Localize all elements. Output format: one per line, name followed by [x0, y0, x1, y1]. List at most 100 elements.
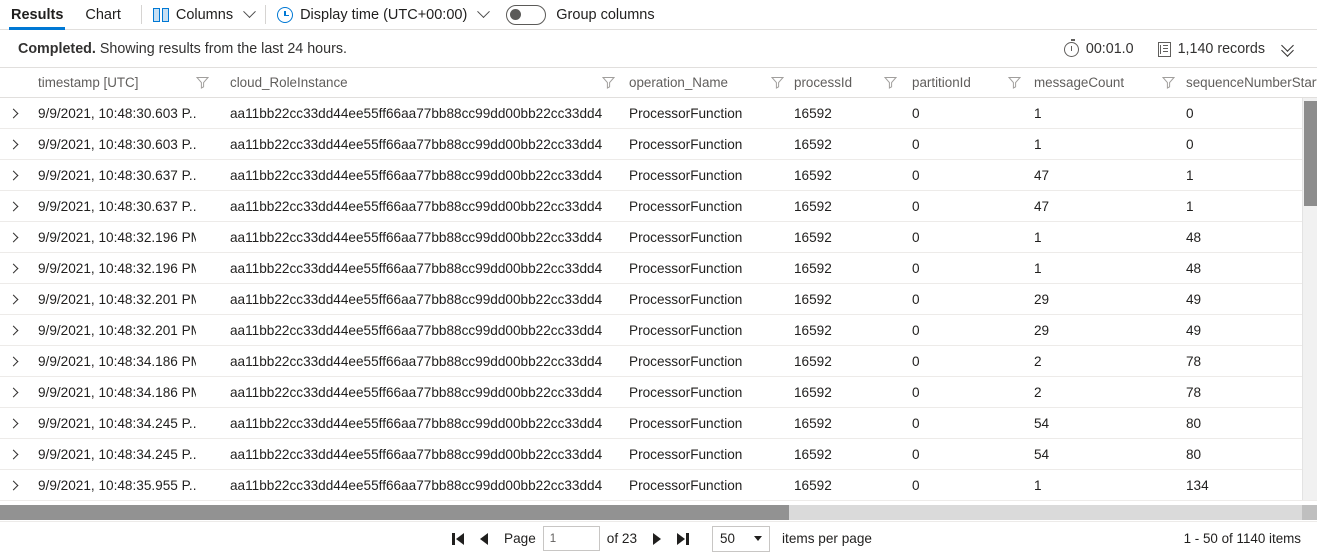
display-time-button[interactable]: Display time (UTC+00:00) — [275, 1, 491, 29]
column-header-operation-name[interactable]: operation_Name — [629, 68, 771, 98]
chevron-down-icon — [243, 5, 256, 19]
table-row[interactable]: 9/9/2021, 10:48:32.196 PM aa11bb22cc33dd4… — [0, 253, 1317, 284]
table-row[interactable]: 9/9/2021, 10:48:32.201 PM aa11bb22cc33dd4… — [0, 315, 1317, 346]
filter-messagecount[interactable] — [1162, 68, 1186, 98]
cell-timestamp: 9/9/2021, 10:48:34.186 PM — [38, 353, 196, 369]
last-page-button[interactable] — [670, 526, 696, 552]
cell-processid: 16592 — [794, 322, 832, 338]
column-header-timestamp[interactable]: timestamp [UTC] — [26, 68, 196, 98]
filter-cloud-roleinstance[interactable] — [602, 68, 629, 98]
horizontal-scrollbar-thumb[interactable] — [0, 505, 789, 520]
filter-processid[interactable] — [884, 68, 912, 98]
table-row[interactable]: 9/9/2021, 10:48:34.186 PM aa11bb22cc33dd4… — [0, 346, 1317, 377]
column-header-processid-label: processId — [794, 75, 853, 90]
columns-button[interactable]: Columns — [151, 1, 256, 29]
column-header-cloud-roleinstance[interactable]: cloud_RoleInstance — [230, 68, 602, 98]
items-per-page-select[interactable]: 50 — [712, 525, 771, 552]
cell-processid: 16592 — [794, 167, 832, 183]
table-row[interactable]: 9/9/2021, 10:48:35.955 P... aa11bb22cc33d… — [0, 470, 1317, 501]
row-expand-chevron-icon[interactable] — [0, 170, 26, 180]
filter-operation-name[interactable] — [771, 68, 794, 98]
cell-sequencenumberstart: 80 — [1186, 446, 1202, 462]
page-number-input[interactable] — [542, 526, 600, 551]
cell-timestamp: 9/9/2021, 10:48:34.186 PM — [38, 384, 196, 400]
cell-timestamp: 9/9/2021, 10:48:30.637 P... — [38, 167, 196, 183]
previous-page-button[interactable] — [471, 526, 497, 552]
grid-rows: 9/9/2021, 10:48:30.603 P... aa11bb22cc33d… — [0, 98, 1317, 501]
row-expand-chevron-icon[interactable] — [0, 356, 26, 366]
vertical-scrollbar[interactable] — [1302, 98, 1317, 500]
row-expand-chevron-icon[interactable] — [0, 325, 26, 335]
horizontal-scrollbar[interactable] — [0, 505, 1317, 520]
chevron-double-down-icon[interactable] — [1279, 38, 1301, 60]
cell-sequencenumberstart: 1 — [1186, 198, 1194, 214]
table-row[interactable]: 9/9/2021, 10:48:34.186 PM aa11bb22cc33dd4… — [0, 377, 1317, 408]
table-row[interactable]: 9/9/2021, 10:48:30.637 P... aa11bb22cc33d… — [0, 191, 1317, 222]
table-row[interactable]: 9/9/2021, 10:48:32.196 PM aa11bb22cc33dd4… — [0, 222, 1317, 253]
grid-header-row: timestamp [UTC] cloud_RoleInstance opera… — [0, 68, 1317, 98]
column-header-messagecount[interactable]: messageCount — [1034, 68, 1162, 98]
cell-cloud_roleinstance: aa11bb22cc33dd44ee55ff66aa77bb88cc99dd00… — [230, 353, 602, 369]
row-expand-chevron-icon[interactable] — [0, 418, 26, 428]
timer-icon — [1063, 39, 1079, 57]
row-expand-chevron-icon[interactable] — [0, 387, 26, 397]
status-state: Completed. — [18, 41, 96, 57]
cell-processid: 16592 — [794, 136, 832, 152]
row-expand-chevron-icon[interactable] — [0, 201, 26, 211]
row-expand-chevron-icon[interactable] — [0, 108, 26, 118]
table-row[interactable]: 9/9/2021, 10:48:32.201 PM aa11bb22cc33dd4… — [0, 284, 1317, 315]
cell-operation_name: ProcessorFunction — [629, 353, 743, 369]
row-expand-chevron-icon[interactable] — [0, 294, 26, 304]
status-metrics: 00:01.0 1,140 records — [1063, 38, 1317, 60]
row-expand-chevron-icon[interactable] — [0, 232, 26, 242]
cell-sequencenumberstart: 49 — [1186, 291, 1202, 307]
cell-messagecount: 54 — [1034, 446, 1050, 462]
cell-partitionid: 0 — [912, 322, 920, 338]
column-header-sequencenumberstart[interactable]: sequenceNumberStart — [1186, 68, 1317, 98]
tab-chart[interactable]: Chart — [74, 0, 131, 30]
row-expand-chevron-icon[interactable] — [0, 139, 26, 149]
row-expand-chevron-icon[interactable] — [0, 480, 26, 490]
column-header-operation-name-label: operation_Name — [629, 75, 729, 90]
tab-results[interactable]: Results — [0, 0, 74, 30]
table-row[interactable]: 9/9/2021, 10:48:34.245 P... aa11bb22cc33d… — [0, 439, 1317, 470]
group-columns-toggle[interactable] — [506, 4, 547, 25]
query-results-panel: Results Chart Columns Display time (UTC+… — [0, 0, 1317, 555]
first-page-button[interactable] — [445, 526, 471, 552]
cell-sequencenumberstart: 1 — [1186, 167, 1194, 183]
table-row[interactable]: 9/9/2021, 10:48:30.637 P... aa11bb22cc33d… — [0, 160, 1317, 191]
table-row[interactable]: 9/9/2021, 10:48:34.245 P... aa11bb22cc33d… — [0, 408, 1317, 439]
cell-timestamp: 9/9/2021, 10:48:32.201 PM — [38, 291, 196, 307]
column-header-processid[interactable]: processId — [794, 68, 884, 98]
column-header-partitionid[interactable]: partitionId — [912, 68, 1008, 98]
cell-partitionid: 0 — [912, 353, 920, 369]
row-expand-chevron-icon[interactable] — [0, 449, 26, 459]
cell-cloud_roleinstance: aa11bb22cc33dd44ee55ff66aa77bb88cc99dd00… — [230, 415, 602, 431]
filter-partitionid[interactable] — [1008, 68, 1034, 98]
cell-timestamp: 9/9/2021, 10:48:32.196 PM — [38, 229, 196, 245]
cell-partitionid: 0 — [912, 198, 920, 214]
results-grid: timestamp [UTC] cloud_RoleInstance opera… — [0, 68, 1317, 520]
table-row[interactable]: 9/9/2021, 10:48:30.603 P... aa11bb22cc33d… — [0, 129, 1317, 160]
cell-messagecount: 1 — [1034, 260, 1042, 276]
status-message: Completed. Showing results from the last… — [0, 41, 347, 57]
cell-partitionid: 0 — [912, 384, 920, 400]
chevron-down-icon — [754, 536, 763, 541]
cell-processid: 16592 — [794, 198, 832, 214]
cell-timestamp: 9/9/2021, 10:48:32.201 PM — [38, 322, 196, 338]
cell-messagecount: 1 — [1034, 477, 1042, 493]
cell-timestamp: 9/9/2021, 10:48:35.955 P... — [38, 477, 196, 493]
cell-operation_name: ProcessorFunction — [629, 167, 743, 183]
filter-timestamp[interactable] — [196, 68, 230, 98]
cell-partitionid: 0 — [912, 291, 920, 307]
status-bar: Completed. Showing results from the last… — [0, 31, 1317, 68]
vertical-scrollbar-thumb[interactable] — [1304, 101, 1317, 206]
toolbar-divider-2 — [265, 5, 267, 24]
row-expand-chevron-icon[interactable] — [0, 263, 26, 273]
cell-partitionid: 0 — [912, 260, 920, 276]
status-detail: Showing results from the last 24 hours. — [95, 41, 347, 57]
cell-cloud_roleinstance: aa11bb22cc33dd44ee55ff66aa77bb88cc99dd00… — [230, 446, 602, 462]
next-page-button[interactable] — [644, 526, 670, 552]
table-row[interactable]: 9/9/2021, 10:48:30.603 P... aa11bb22cc33d… — [0, 98, 1317, 129]
cell-cloud_roleinstance: aa11bb22cc33dd44ee55ff66aa77bb88cc99dd00… — [230, 384, 602, 400]
